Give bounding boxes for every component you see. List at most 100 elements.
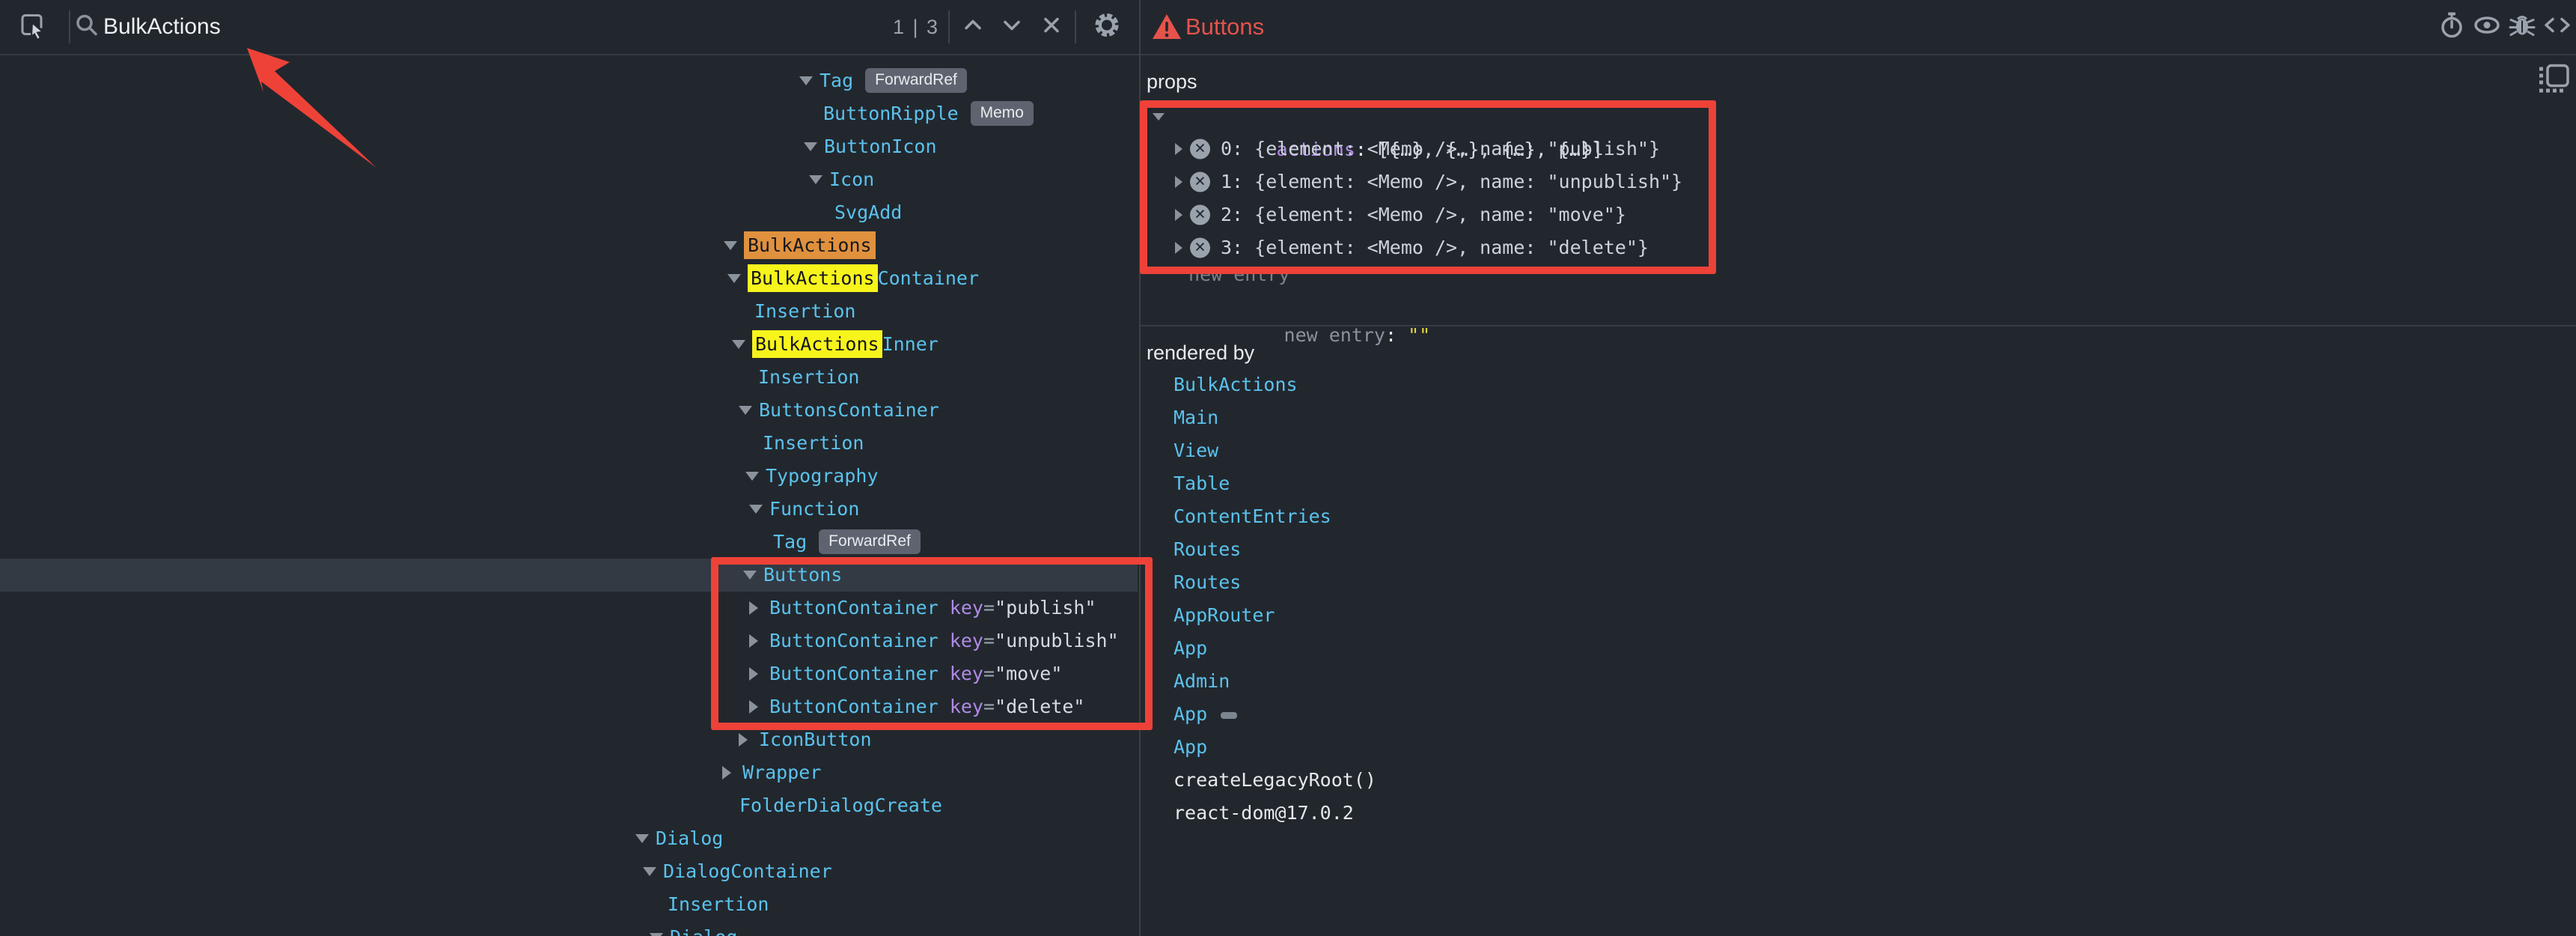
- rendered-by-item-routes[interactable]: Routes: [1173, 533, 1241, 566]
- collapse-arrow-icon[interactable]: [724, 241, 737, 250]
- tree-row-dialogcontainer[interactable]: DialogContainer: [0, 855, 1138, 888]
- collapse-arrow-icon[interactable]: [732, 340, 745, 349]
- component-name: Buttons: [763, 564, 842, 586]
- tree-row-svgadd[interactable]: SvgAdd: [0, 196, 1138, 229]
- collapse-arrow-icon[interactable]: [643, 867, 656, 876]
- collapse-arrow-icon[interactable]: [635, 834, 649, 843]
- rendered-by-item-approuter[interactable]: AppRouter: [1173, 599, 1275, 632]
- expand-arrow-icon[interactable]: [749, 667, 758, 681]
- element-outline-icon[interactable]: [2537, 63, 2572, 101]
- current-search-match: BulkActions: [744, 231, 876, 259]
- tree-row-buttoncontainer[interactable]: ButtonContainer key="unpublish": [0, 624, 1138, 657]
- tree-row-buttoncontainer[interactable]: ButtonContainer key="delete": [0, 690, 1138, 723]
- rendered-by-item-main[interactable]: Main: [1173, 401, 1218, 434]
- tree-row-dialog[interactable]: Dialog: [0, 822, 1138, 855]
- props-array-item-2[interactable]: ✕2: {element: <Memo />, name: "move"}: [1141, 198, 2576, 231]
- expand-arrow-icon[interactable]: [739, 733, 748, 747]
- props-array-item-0[interactable]: ✕0: {element: <Memo />, name: "publish"}: [1141, 133, 2576, 165]
- tree-row-dialog[interactable]: Dialog: [0, 921, 1138, 936]
- remove-item-icon[interactable]: ✕: [1190, 139, 1210, 159]
- element-picker-icon[interactable]: [16, 10, 48, 45]
- collapse-arrow-icon[interactable]: [809, 175, 822, 184]
- tree-row-buttoncontainer[interactable]: ButtonContainer key="move": [0, 657, 1138, 690]
- key-value: "publish": [995, 597, 1096, 619]
- rendered-by-item-view[interactable]: View: [1173, 434, 1218, 467]
- settings-gear-icon[interactable]: [1091, 10, 1123, 45]
- tree-row-wrapper[interactable]: Wrapper: [0, 756, 1138, 789]
- tree-row-icon[interactable]: Icon: [0, 163, 1138, 196]
- rendered-by-item-routes[interactable]: Routes: [1173, 566, 1241, 599]
- rendered-by-item-table[interactable]: Table: [1173, 467, 1230, 500]
- component-name: Container: [878, 267, 979, 289]
- view-source-code-icon[interactable]: [2542, 10, 2572, 44]
- expand-arrow-icon[interactable]: [749, 700, 758, 714]
- tree-row-folderdialogcreate[interactable]: FolderDialogCreate: [0, 789, 1138, 822]
- rendered-by-item-app[interactable]: App: [1173, 632, 1207, 665]
- props-array-item-1[interactable]: ✕1: {element: <Memo />, name: "unpublish…: [1141, 165, 2576, 198]
- rendered-by-item-admin[interactable]: Admin: [1173, 665, 1230, 698]
- rendered-by-section-label: rendered by: [1147, 336, 1254, 369]
- expand-arrow-icon[interactable]: [749, 601, 758, 615]
- tree-row-bulkactions[interactable]: BulkActionsContainer: [0, 262, 1138, 295]
- tree-row-bulkactions[interactable]: BulkActions: [0, 229, 1138, 262]
- previous-result-icon[interactable]: [960, 13, 986, 42]
- new-entry-row[interactable]: new entry: "": [1141, 286, 2576, 319]
- component-name: Icon: [829, 168, 874, 190]
- tree-row-bulkactions[interactable]: BulkActionsInner: [0, 328, 1138, 361]
- tree-row-buttonicon[interactable]: ButtonIcon: [0, 130, 1138, 163]
- collapse-arrow-icon[interactable]: [1153, 113, 1165, 121]
- expand-arrow-icon[interactable]: [749, 634, 758, 648]
- clear-search-icon[interactable]: [1039, 13, 1064, 42]
- collapse-arrow-icon[interactable]: [743, 571, 757, 580]
- tree-row-function[interactable]: Function: [0, 493, 1138, 526]
- rendered-by-item-bulkactions[interactable]: BulkActions: [1173, 368, 1298, 401]
- expand-arrow-icon[interactable]: [1175, 176, 1182, 188]
- key-attribute: key: [938, 597, 983, 619]
- tree-row-iconbutton[interactable]: IconButton: [0, 723, 1138, 756]
- tree-row-tag[interactable]: TagForwardRef: [0, 64, 1138, 97]
- tree-row-buttoncontainer[interactable]: ButtonContainer key="publish": [0, 592, 1138, 624]
- expand-arrow-icon[interactable]: [1175, 209, 1182, 221]
- tree-row-buttonscontainer[interactable]: ButtonsContainer: [0, 394, 1138, 427]
- search-result-count: 1 | 3: [893, 0, 939, 54]
- tree-row-buttons[interactable]: Buttons: [0, 559, 1138, 592]
- profiler-stopwatch-icon[interactable]: [2437, 10, 2467, 44]
- key-attribute: key: [938, 696, 983, 717]
- collapse-arrow-icon[interactable]: [804, 142, 817, 151]
- collapse-arrow-icon[interactable]: [745, 472, 759, 481]
- collapse-arrow-icon[interactable]: [727, 274, 741, 283]
- tree-row-insertion[interactable]: Insertion: [0, 427, 1138, 460]
- hoc-badge: ForwardRef: [865, 68, 967, 93]
- component-name: Tag: [773, 531, 807, 553]
- component-name: SvgAdd: [834, 201, 902, 223]
- collapse-arrow-icon[interactable]: [749, 505, 763, 514]
- rendered-by-item-contententries[interactable]: ContentEntries: [1173, 500, 1331, 533]
- expand-arrow-icon[interactable]: [1175, 242, 1182, 254]
- new-entry-value-input[interactable]: "": [1408, 324, 1430, 346]
- tree-row-buttonripple[interactable]: ButtonRippleMemo: [0, 97, 1138, 130]
- prop-row-actions[interactable]: actions: [{…}, {…}, {…}, {…}]: [1141, 100, 2576, 133]
- expand-arrow-icon[interactable]: [722, 766, 731, 780]
- next-result-icon[interactable]: [999, 13, 1025, 42]
- rendered-by-item-app[interactable]: App: [1173, 731, 1207, 764]
- component-name: IconButton: [759, 729, 872, 750]
- remove-item-icon[interactable]: ✕: [1190, 205, 1210, 225]
- remove-item-icon[interactable]: ✕: [1190, 238, 1210, 258]
- tree-row-tag[interactable]: TagForwardRef: [0, 526, 1138, 559]
- tree-row-insertion[interactable]: Insertion: [0, 295, 1138, 328]
- key-value: "unpublish": [995, 630, 1119, 651]
- tree-row-typography[interactable]: Typography: [0, 460, 1138, 493]
- equals-sign: =: [983, 597, 995, 619]
- collapse-arrow-icon[interactable]: [799, 76, 813, 85]
- inspect-dom-eye-icon[interactable]: [2472, 10, 2502, 44]
- tree-row-insertion[interactable]: Insertion: [0, 888, 1138, 921]
- collapse-arrow-icon[interactable]: [650, 933, 663, 936]
- expand-arrow-icon[interactable]: [1175, 143, 1182, 155]
- tree-row-insertion[interactable]: Insertion: [0, 361, 1138, 394]
- search-input[interactable]: BulkActions: [103, 0, 221, 54]
- rendered-by-item-app[interactable]: App: [1173, 698, 1237, 731]
- remove-item-icon[interactable]: ✕: [1190, 172, 1210, 192]
- collapse-arrow-icon[interactable]: [739, 406, 752, 415]
- search-match: BulkActions: [752, 330, 882, 358]
- debug-bug-icon[interactable]: [2507, 10, 2537, 44]
